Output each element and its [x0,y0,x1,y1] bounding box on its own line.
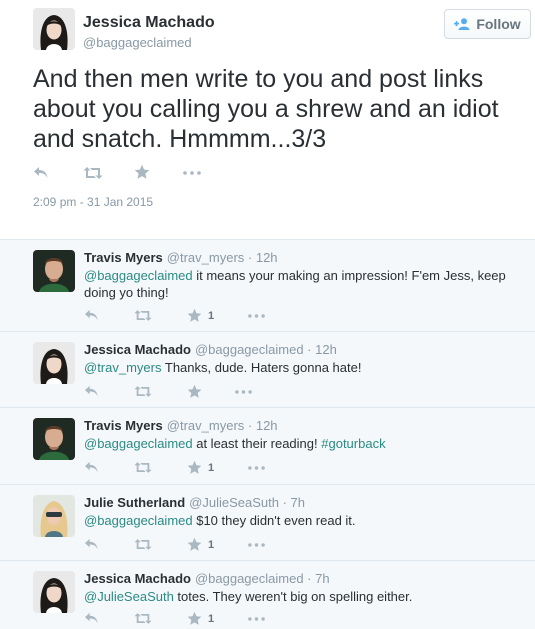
retweet-icon[interactable] [134,538,152,551]
reply-text: @baggageclaimed $10 they didn't even rea… [84,512,524,529]
author-name[interactable]: Jessica Machado [84,571,191,586]
favorite-count: 1 [208,538,215,551]
favorite-count: 1 [208,612,215,625]
reply-icon[interactable] [84,612,99,625]
reply-time[interactable]: · 12h [244,418,278,433]
reply-icon[interactable] [84,538,99,551]
mention-link[interactable]: @baggageclaimed [84,436,193,451]
reply-header: Jessica Machado @baggageclaimed · 7h [84,571,330,586]
retweet-icon[interactable] [83,166,103,180]
reply-time[interactable]: · 12h [304,342,337,357]
author-handle[interactable]: @baggageclaimed [83,35,192,50]
more-icon[interactable] [183,171,201,175]
author-handle[interactable]: @trav_myers [167,418,245,433]
reply-header: Jessica Machado @baggageclaimed · 12h [84,342,337,357]
reply-text: @JulieSeaSuth totes. They weren't big on… [84,588,524,605]
follow-user-icon [454,18,470,30]
favorite-icon[interactable]: 1 [187,611,214,626]
more-icon[interactable] [248,543,265,547]
mention-link[interactable]: @baggageclaimed [84,513,193,528]
favorite-icon[interactable]: 1 [187,460,214,475]
author-name[interactable]: Julie Sutherland [84,495,185,510]
favorite-count: 1 [208,309,215,322]
reply-tweet[interactable]: Travis Myers @trav_myers · 12h @baggagecl… [0,239,535,331]
reply-body: Thanks, dude. Haters gonna hate! [161,360,362,375]
author-name[interactable]: Jessica Machado [83,14,215,32]
reply-time[interactable]: · 7h [279,495,305,510]
favorite-count: 1 [208,461,215,474]
favorite-icon[interactable] [187,384,208,399]
reply-icon[interactable] [33,166,49,180]
author-handle[interactable]: @trav_myers [167,250,245,265]
reply-text: @trav_myers Thanks, dude. Haters gonna h… [84,359,524,376]
reply-icon[interactable] [84,385,99,398]
mention-link[interactable]: @baggageclaimed [84,268,193,283]
reply-header: Travis Myers @trav_myers · 12h [84,418,278,433]
reply-time[interactable]: · 7h [304,571,329,586]
reply-tweet[interactable]: Travis Myers @trav_myers · 12h @baggagecl… [0,407,535,484]
reply-time[interactable]: · 12h [244,250,278,265]
reply-text: @baggageclaimed at least their reading! … [84,435,524,452]
avatar[interactable] [33,418,75,460]
avatar[interactable] [33,342,75,384]
mention-link[interactable]: @JulieSeaSuth [84,589,174,604]
author-handle[interactable]: @baggageclaimed [195,342,304,357]
reply-icon[interactable] [84,309,99,322]
follow-label: Follow [476,16,521,32]
main-tweet: Jessica Machado @baggageclaimed Follow A… [0,0,535,239]
mention-link[interactable]: @trav_myers [84,360,162,375]
retweet-icon[interactable] [134,612,152,625]
avatar[interactable] [33,571,75,613]
more-icon[interactable] [235,390,252,394]
reply-header: Travis Myers @trav_myers · 12h [84,250,278,265]
retweet-icon[interactable] [134,309,152,322]
reply-tweet[interactable]: Jessica Machado @baggageclaimed · 7h @Jul… [0,560,535,629]
more-icon[interactable] [248,617,265,621]
follow-button[interactable]: Follow [444,9,531,39]
author-handle[interactable]: @JulieSeaSuth [189,495,279,510]
retweet-icon[interactable] [134,385,152,398]
reply-body: $10 they didn't even read it. [192,513,356,528]
reply-header: Julie Sutherland @JulieSeaSuth · 7h [84,495,305,510]
author-name[interactable]: Travis Myers [84,250,163,265]
favorite-icon[interactable]: 1 [187,308,214,323]
reply-body: at least their reading! [192,436,322,451]
reply-body: totes. They weren't big on spelling eith… [173,589,413,604]
author-name[interactable]: Travis Myers [84,418,163,433]
avatar[interactable] [33,495,75,537]
more-icon[interactable] [248,314,265,318]
author-handle[interactable]: @baggageclaimed [195,571,304,586]
author-name[interactable]: Jessica Machado [84,342,191,357]
reply-tweet[interactable]: Julie Sutherland @JulieSeaSuth · 7h @bagg… [0,484,535,560]
retweet-icon[interactable] [134,461,152,474]
tweet-timestamp[interactable]: 2:09 pm - 31 Jan 2015 [33,195,153,209]
hashtag-link[interactable]: #goturback [321,436,385,451]
avatar[interactable] [33,250,75,292]
avatar[interactable] [33,8,75,50]
favorite-icon[interactable]: 1 [187,537,214,552]
favorite-icon[interactable] [134,164,150,180]
tweet-text: And then men write to you and post links… [33,65,499,153]
reply-tweet[interactable]: Jessica Machado @baggageclaimed · 12h @tr… [0,331,535,407]
more-icon[interactable] [248,466,265,470]
reply-text: @baggageclaimed it means your making an … [84,267,524,301]
reply-icon[interactable] [84,461,99,474]
